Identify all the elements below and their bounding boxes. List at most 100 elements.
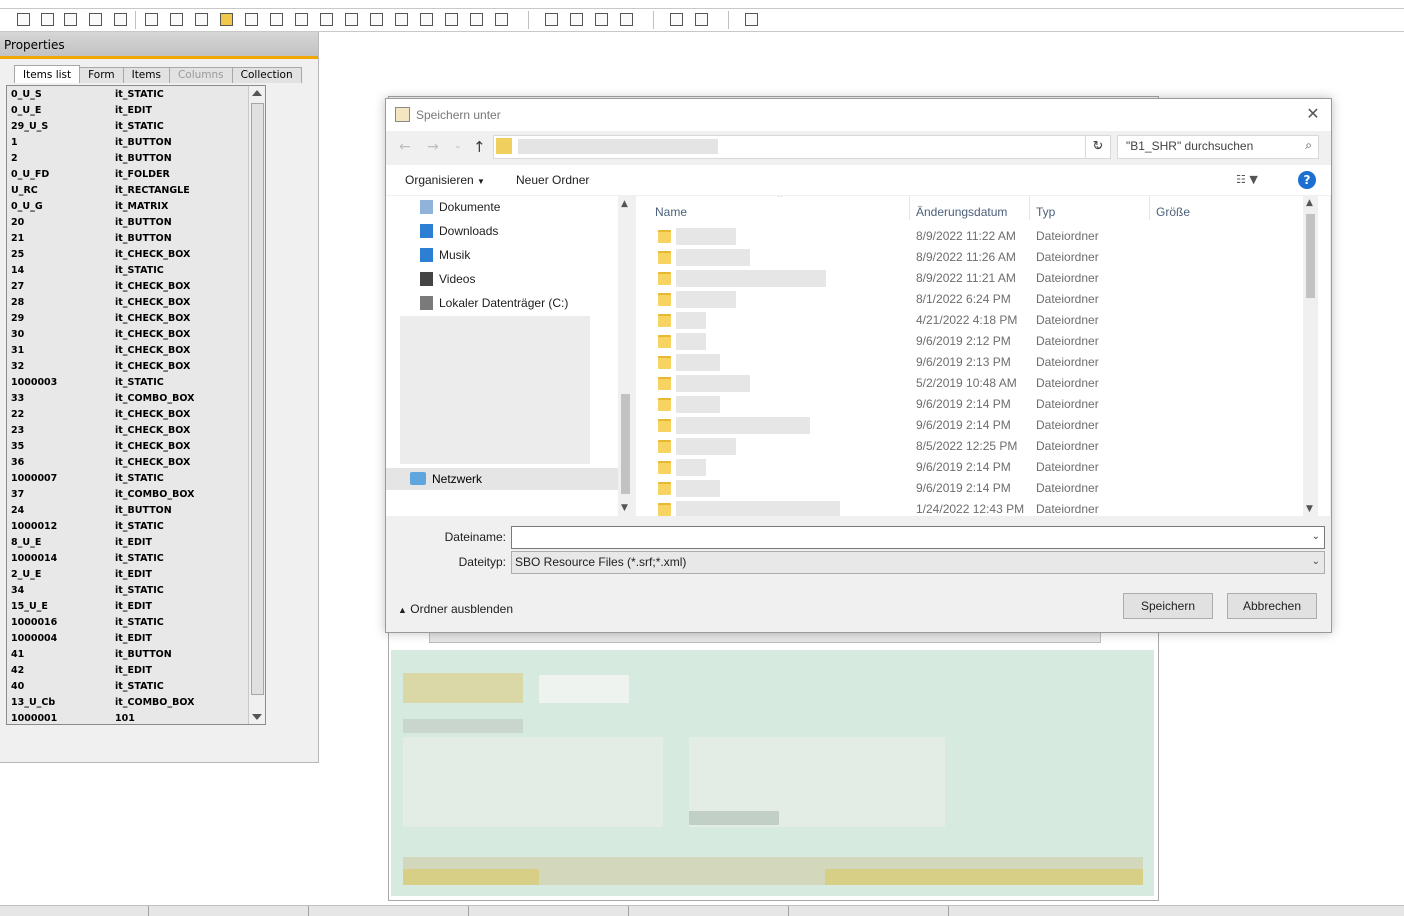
item-type: it_CHECK_BOX (115, 313, 191, 324)
column-header-size[interactable]: Größe (1156, 205, 1190, 219)
toolbar-tool-icon[interactable] (295, 13, 308, 26)
file-row[interactable]: 5/2/2019 10:48 AM Dateiordner (636, 373, 1296, 394)
toolbar-tool-icon[interactable] (245, 13, 258, 26)
file-row[interactable]: 9/6/2019 2:13 PM Dateiordner (636, 352, 1296, 373)
address-bar[interactable]: ⌄ (493, 135, 1111, 159)
toolbar-tool-icon[interactable] (114, 13, 127, 26)
refresh-icon[interactable]: ↻ (1085, 136, 1110, 158)
toolbar-tool-icon[interactable] (395, 13, 408, 26)
organize-button[interactable]: Organisieren ▼ (405, 173, 485, 187)
item-uid: 1000016 (11, 617, 58, 628)
view-options-icon[interactable]: ☷ ▼ (1236, 173, 1258, 186)
search-input[interactable]: "B1_SHR" durchsuchen ⌕ (1117, 135, 1319, 159)
chevron-down-icon[interactable]: ⌄ (1312, 531, 1320, 542)
toolbar-tool-icon[interactable] (64, 13, 77, 26)
toolbar-tool-icon[interactable] (17, 13, 30, 26)
up-arrow-icon[interactable]: ↑ (473, 138, 486, 156)
scroll-down-icon[interactable]: ▼ (1306, 504, 1313, 514)
toolbar-tool-icon[interactable] (170, 13, 183, 26)
folder-icon (658, 251, 671, 264)
scroll-thumb[interactable] (1306, 214, 1315, 298)
scroll-thumb[interactable] (621, 394, 630, 494)
item-uid: 24 (11, 505, 25, 516)
nav-item[interactable]: Dokumente (420, 200, 500, 214)
toolbar-tool-icon[interactable] (545, 13, 558, 26)
file-row[interactable]: 8/1/2022 6:24 PM Dateiordner (636, 289, 1296, 310)
properties-tab[interactable]: Columns (168, 67, 233, 83)
file-list[interactable]: Name Änderungsdatum Typ Größe ⌃ ▲ ▼ 8/9/… (636, 196, 1330, 516)
nav-item[interactable]: Downloads (420, 224, 498, 238)
nav-item-network[interactable]: Netzwerk (386, 468, 618, 490)
file-date: 8/9/2022 11:26 AM (916, 250, 1016, 264)
toolbar-tool-icon[interactable] (695, 13, 708, 26)
properties-tab[interactable]: Items (122, 67, 170, 83)
filetype-select[interactable]: SBO Resource Files (*.srf;*.xml) ⌄ (511, 551, 1325, 574)
toolbar-tool-icon[interactable] (145, 13, 158, 26)
file-row[interactable]: 9/6/2019 2:14 PM Dateiordner (636, 415, 1296, 436)
toolbar-tool-icon[interactable] (745, 13, 758, 26)
column-header-type[interactable]: Typ (1036, 205, 1055, 219)
file-row[interactable]: 4/21/2022 4:18 PM Dateiordner (636, 310, 1296, 331)
nav-item[interactable]: Videos (420, 272, 475, 286)
chevron-down-icon[interactable]: ⌄ (1312, 556, 1320, 567)
item-type: it_CHECK_BOX (115, 441, 191, 452)
toolbar-tool-icon[interactable] (195, 13, 208, 26)
toolbar-tool-icon[interactable] (89, 13, 102, 26)
toolbar-tool-icon[interactable] (445, 13, 458, 26)
toolbar-tool-icon[interactable] (420, 13, 433, 26)
nav-item[interactable]: Musik (420, 248, 470, 262)
properties-tab[interactable]: Form (79, 67, 124, 83)
item-uid: 1000014 (11, 553, 58, 564)
toolbar-tool-icon[interactable] (595, 13, 608, 26)
file-row[interactable]: 9/6/2019 2:14 PM Dateiordner (636, 457, 1296, 478)
scroll-up-icon[interactable]: ▲ (621, 199, 628, 209)
redacted-folder-name (676, 354, 720, 371)
properties-tab[interactable]: Items list (14, 65, 81, 83)
file-row[interactable]: 8/9/2022 11:21 AM Dateiordner (636, 268, 1296, 289)
file-row[interactable]: 8/9/2022 11:22 AM Dateiordner (636, 226, 1296, 247)
file-row[interactable]: 1/24/2022 12:43 PM Dateiordner (636, 499, 1296, 516)
file-row[interactable]: 8/9/2022 11:26 AM Dateiordner (636, 247, 1296, 268)
scroll-up-icon[interactable]: ▲ (1306, 198, 1313, 208)
column-header-date[interactable]: Änderungsdatum (916, 205, 1007, 219)
file-row[interactable]: 9/6/2019 2:14 PM Dateiordner (636, 478, 1296, 499)
new-folder-button[interactable]: Neuer Ordner (516, 173, 589, 187)
help-icon[interactable]: ? (1298, 171, 1316, 189)
dialog-titlebar[interactable]: Speichern unter ✕ (386, 99, 1331, 131)
file-list-scrollbar[interactable]: ▲ ▼ (1303, 196, 1318, 516)
toolbar-tool-icon[interactable] (570, 13, 583, 26)
properties-tab[interactable]: Collection (231, 67, 302, 83)
close-button[interactable]: ✕ (1303, 105, 1323, 125)
filetype-value: SBO Resource Files (*.srf;*.xml) (515, 555, 687, 569)
item-type: it_STATIC (115, 553, 164, 564)
recent-chevron-icon[interactable]: ⌄ (454, 141, 462, 151)
toolbar-tool-icon[interactable] (470, 13, 483, 26)
toolbar-tool-icon[interactable] (270, 13, 283, 26)
redacted-block (539, 675, 629, 703)
back-arrow-icon[interactable]: ← (399, 139, 411, 155)
toolbar-tool-icon[interactable] (320, 13, 333, 26)
item-type: it_EDIT (115, 569, 152, 580)
items-list[interactable]: 0_U_S it_STATIC 0_U_E it_EDIT 29_U_S it_STATI… (6, 85, 266, 725)
toolbar-tool-icon[interactable] (495, 13, 508, 26)
toolbar-tool-icon[interactable] (670, 13, 683, 26)
file-row[interactable]: 9/6/2019 2:14 PM Dateiordner (636, 394, 1296, 415)
file-row[interactable]: 9/6/2019 2:12 PM Dateiordner (636, 331, 1296, 352)
cancel-button[interactable]: Abbrechen (1227, 593, 1317, 619)
toolbar-separator (528, 11, 529, 29)
toolbar-tool-icon[interactable] (41, 13, 54, 26)
toolbar-tool-icon[interactable] (620, 13, 633, 26)
forward-arrow-icon[interactable]: → (427, 139, 439, 155)
file-row[interactable]: 8/5/2022 12:25 PM Dateiordner (636, 436, 1296, 457)
nav-item[interactable]: Lokaler Datenträger (C:) (420, 296, 568, 310)
toolbar-tool-icon[interactable] (370, 13, 383, 26)
scroll-down-icon[interactable]: ▼ (621, 503, 628, 513)
navigation-scrollbar[interactable]: ▲ ▼ (618, 196, 634, 516)
column-header-name[interactable]: Name (655, 205, 687, 219)
hide-folders-toggle[interactable]: ▲ Ordner ausblenden (398, 602, 513, 616)
toolbar-tool-icon[interactable] (220, 13, 233, 26)
item-uid: 42 (11, 665, 25, 676)
toolbar-tool-icon[interactable] (345, 13, 358, 26)
filename-input[interactable]: ⌄ (511, 526, 1325, 549)
save-button[interactable]: Speichern (1123, 593, 1213, 619)
